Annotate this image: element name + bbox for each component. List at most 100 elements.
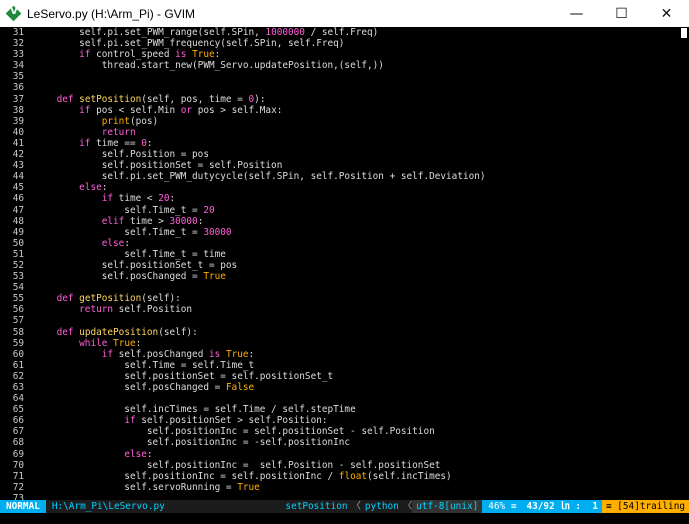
status-percent: 46% ≡ <box>482 500 523 513</box>
code-token: self.positionInc = self.positionInc / <box>34 470 339 482</box>
code-token: if <box>101 348 114 360</box>
maximize-button[interactable]: ☐ <box>599 0 644 27</box>
code-line[interactable]: 41 if time == 0: <box>0 138 689 149</box>
line-number: 68 <box>12 437 24 449</box>
code-line[interactable]: 44 self.pi.set_PWM_dutycycle(self.SPin, … <box>0 171 689 182</box>
line-number: 61 <box>12 359 24 371</box>
code-line[interactable]: 63 self.posChanged = False <box>0 382 689 393</box>
code-text: self.pi.set_PWM_dutycycle(self.SPin, sel… <box>34 171 486 182</box>
code-line[interactable]: 32 self.pi.set_PWM_frequency(self.SPin, … <box>0 38 689 49</box>
code-text: if time == 0: <box>34 137 153 149</box>
code-line[interactable]: 48 elif time > 30000: <box>0 216 689 227</box>
command-line[interactable] <box>0 513 689 524</box>
code-line[interactable]: 34 thread.start_new(PWM_Servo.updatePosi… <box>0 60 689 71</box>
line-number: 55 <box>12 293 24 305</box>
code-line[interactable]: 43 self.positionSet = self.Position <box>0 160 689 171</box>
code-line[interactable]: 42 self.Position = pos <box>0 149 689 160</box>
close-button[interactable]: ✕ <box>644 0 689 27</box>
code-text: self.Position = pos <box>34 149 209 160</box>
code-text: if pos < self.Min or pos > self.Max: <box>34 105 282 116</box>
code-line[interactable]: 68 self.positionInc = -self.positionInc <box>0 437 689 448</box>
code-token: self.posChanged = <box>34 271 204 283</box>
code-token: if <box>124 415 136 427</box>
code-text: self.posChanged = False <box>34 382 254 393</box>
code-line[interactable]: 56 return self.Position <box>0 304 689 315</box>
code-token: self.posChanged <box>113 348 209 360</box>
line-number: 56 <box>12 304 24 316</box>
code-line[interactable]: 66 if self.positionSet > self.Position: <box>0 415 689 426</box>
code-token: elif <box>101 215 125 227</box>
line-number: 72 <box>12 481 24 493</box>
line-number: 37 <box>12 93 24 105</box>
code-token: self.posChanged = <box>34 382 226 393</box>
code-line[interactable]: 73 <box>0 493 689 500</box>
code-line[interactable]: 70 self.positionInc = self.Position - se… <box>0 460 689 471</box>
code-line[interactable]: 38 if pos < self.Min or pos > self.Max: <box>0 105 689 116</box>
code-line[interactable]: 37 def setPosition(self, pos, time = 0): <box>0 94 689 105</box>
code-line[interactable]: 58 def updatePosition(self): <box>0 327 689 338</box>
code-token: : <box>169 193 176 205</box>
code-text: else: <box>34 238 130 249</box>
code-line[interactable]: 52 self.positionSet_t = pos <box>0 260 689 271</box>
line-number: 49 <box>12 226 24 238</box>
vim-app-icon[interactable]: V <box>5 5 22 21</box>
code-line[interactable]: 64 <box>0 393 689 404</box>
code-line[interactable]: 69 else: <box>0 449 689 460</box>
code-token: if <box>101 193 114 205</box>
code-line[interactable]: 49 self.Time_t = 30000 <box>0 227 689 238</box>
code-token: if <box>79 49 91 61</box>
code-token: while <box>79 337 108 349</box>
status-trailing-warning: ≡ [54]trailing <box>601 500 689 513</box>
code-line[interactable]: 62 self.positionSet = self.positionSet_t <box>0 371 689 382</box>
code-text: def getPosition(self): <box>34 293 181 304</box>
code-line[interactable]: 31 self.pi.set_PWM_range(self.SPin, 1000… <box>0 27 689 38</box>
line-number: 52 <box>12 259 24 271</box>
title-bar[interactable]: V LeServo.py (H:\Arm_Pi) - GVIM — ☐ ✕ <box>0 0 689 27</box>
status-cursor-position: 43/92 ㏑ : 1 <box>522 500 602 513</box>
code-text: if time < 20: <box>34 193 175 204</box>
code-line[interactable]: 71 self.positionInc = self.positionInc /… <box>0 471 689 482</box>
code-token: self.positionSet = self.Position <box>34 160 283 172</box>
line-number: 58 <box>12 326 24 338</box>
code-text: return <box>34 127 136 138</box>
code-token: True <box>237 481 260 493</box>
minimize-button[interactable]: — <box>554 0 599 27</box>
code-line[interactable]: 72 self.servoRunning = True <box>0 482 689 493</box>
code-line[interactable]: 45 else: <box>0 182 689 193</box>
code-line[interactable]: 55 def getPosition(self): <box>0 293 689 304</box>
code-line[interactable]: 54 <box>0 282 689 293</box>
code-line[interactable]: 36 <box>0 82 689 93</box>
editor-buffer[interactable]: 31 self.pi.set_PWM_range(self.SPin, 1000… <box>0 27 689 500</box>
code-token: False <box>225 382 255 393</box>
code-token: return <box>101 126 136 138</box>
code-text: if self.positionSet > self.Position: <box>34 415 327 427</box>
code-token: self.Position <box>113 304 193 316</box>
code-line[interactable]: 47 self.Time_t = 20 <box>0 205 689 216</box>
code-line[interactable]: 50 else: <box>0 238 689 249</box>
code-line[interactable]: 67 self.positionInc = self.positionSet -… <box>0 426 689 437</box>
status-function: setPosition <box>285 501 348 512</box>
code-line[interactable]: 51 self.Time_t = time <box>0 249 689 260</box>
code-line[interactable]: 59 while True: <box>0 338 689 349</box>
code-line[interactable]: 35 <box>0 71 689 82</box>
code-line[interactable]: 33 if control_speed is True: <box>0 49 689 60</box>
code-line[interactable]: 65 self.incTimes = self.Time / self.step… <box>0 404 689 415</box>
code-line[interactable]: 61 self.Time = self.Time_t <box>0 360 689 371</box>
code-token: else <box>101 237 125 249</box>
code-text: self.servoRunning = True <box>34 481 260 493</box>
code-line[interactable]: 46 if time < 20: <box>0 193 689 204</box>
code-line[interactable]: 40 return <box>0 127 689 138</box>
code-line[interactable]: 57 <box>0 315 689 326</box>
code-line[interactable]: 60 if self.posChanged is True: <box>0 349 689 360</box>
code-line[interactable]: 39 print(pos) <box>0 116 689 127</box>
code-token: : <box>146 137 153 149</box>
code-token: ): <box>254 93 266 105</box>
code-line[interactable]: 53 self.posChanged = True <box>0 271 689 282</box>
code-token: self.Time_t = time <box>34 248 226 260</box>
code-token: self.pi.set_PWM_dutycycle(self.SPin, sel… <box>34 171 486 183</box>
line-number: 33 <box>12 49 24 61</box>
line-number: 31 <box>12 27 24 38</box>
